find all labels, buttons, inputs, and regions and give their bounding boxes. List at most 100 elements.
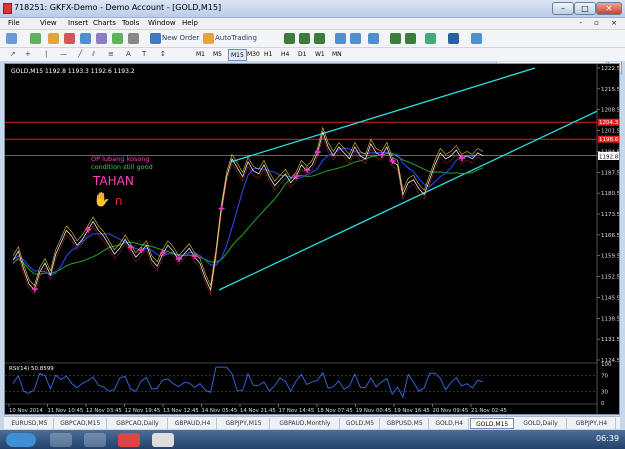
menu-tools[interactable]: Tools <box>122 19 139 27</box>
signal-marker: ✚ <box>389 157 396 166</box>
time-tick-label: 20 Nov 09:45 <box>433 408 469 414</box>
annotation-condition: condition still good <box>91 163 153 171</box>
channel-icon[interactable]: ⫽ <box>92 48 95 61</box>
close-button[interactable]: ✕ <box>596 2 622 15</box>
chart-tab-3[interactable]: GBPAUD,H4 <box>169 418 217 429</box>
price-label: 1192.8 <box>599 154 619 160</box>
menu-window[interactable]: Window <box>148 19 176 27</box>
price-tick-label: 1159.5 <box>601 254 619 260</box>
taskbar-app-1[interactable] <box>50 433 72 447</box>
vertical-line-icon[interactable]: | <box>45 48 47 61</box>
annotation-tahan: TAHAN <box>92 174 134 188</box>
candlestick-icon[interactable] <box>299 33 310 44</box>
taskbar-app-mt4[interactable] <box>152 433 174 447</box>
fibonacci-icon[interactable]: ≡ <box>108 48 114 61</box>
minimize-button[interactable]: – <box>552 2 574 15</box>
time-tick-label: 13 Nov 12:45 <box>163 408 199 414</box>
horizontal-line-icon[interactable]: — <box>60 48 67 61</box>
cursor-icon[interactable]: ➚ <box>10 48 16 61</box>
strategy-tester-icon[interactable] <box>112 33 123 44</box>
timeframe-mn[interactable]: MN <box>330 49 344 61</box>
chart-tab-1[interactable]: GBPCAD,M15 <box>55 418 107 429</box>
periods-icon[interactable] <box>448 33 459 44</box>
time-tick-label: 14 Nov 21:45 <box>240 408 276 414</box>
menu-insert[interactable]: Insert <box>68 19 88 27</box>
time-tick-label: 12 Nov 19:45 <box>125 408 161 414</box>
timeframe-m5[interactable]: M5 <box>211 49 224 61</box>
rsi-tick-label: 30 <box>601 389 608 395</box>
menu-view[interactable]: View <box>40 19 57 27</box>
taskbar-app-chrome[interactable] <box>118 433 140 447</box>
autotrading-button[interactable]: AutoTrading <box>215 32 257 45</box>
market-watch-icon[interactable] <box>48 33 59 44</box>
price-chart[interactable]: GOLD,M15 1192.8 1193.3 1192.6 1193.2 1222… <box>5 64 621 414</box>
chart-tab-5[interactable]: GBPAUD,Monthly <box>271 418 340 429</box>
options-icon[interactable] <box>128 33 139 44</box>
signal-marker: ✚ <box>128 243 135 252</box>
start-button[interactable] <box>6 433 36 447</box>
text-label-icon[interactable]: T <box>142 48 146 61</box>
timeframe-m15[interactable]: M15 <box>228 49 247 61</box>
time-tick-label: 12 Nov 03:45 <box>86 408 122 414</box>
maximize-button[interactable]: □ <box>574 2 596 15</box>
crosshair-icon[interactable]: + <box>25 48 31 61</box>
time-tick-label: 11 Nov 10:45 <box>48 408 84 414</box>
chart-tab-0[interactable]: EURUSD,M5 <box>6 418 54 429</box>
time-tick-label: 21 Nov 02:45 <box>471 408 507 414</box>
taskbar-app-2[interactable] <box>84 433 106 447</box>
chart-shift-icon[interactable] <box>390 33 401 44</box>
mdi-controls[interactable]: - ▫ × <box>579 19 622 27</box>
timeframe-m1[interactable]: M1 <box>194 49 207 61</box>
timeframe-h4[interactable]: H4 <box>279 49 291 61</box>
menu-help[interactable]: Help <box>182 19 198 27</box>
trendline-icon[interactable]: ╱ <box>78 48 82 61</box>
price-tick-label: 1152.5 <box>601 275 619 281</box>
price-label: 1204.3 <box>599 120 619 126</box>
indicators-icon[interactable] <box>425 33 436 44</box>
time-tick-label: 14 Nov 05:45 <box>202 408 238 414</box>
chart-window[interactable]: GOLD,M15 1192.8 1193.3 1192.6 1193.2 1222… <box>4 63 621 415</box>
rsi-tick-label: 70 <box>601 374 608 380</box>
signal-marker: ✚ <box>138 246 145 255</box>
menu-file[interactable]: File <box>8 19 20 27</box>
chart-tab-2[interactable]: GBPCAD,Daily <box>108 418 169 429</box>
profiles-icon[interactable] <box>30 33 41 44</box>
hand-icon: ✋ <box>93 191 110 208</box>
timeframe-m30[interactable]: M30 <box>245 49 262 61</box>
autoscroll-icon[interactable] <box>405 33 416 44</box>
templates-icon[interactable] <box>471 33 482 44</box>
arrows-icon[interactable]: ↕ <box>160 48 166 61</box>
price-tick-label: 1131.5 <box>601 337 619 343</box>
timeframe-h1[interactable]: H1 <box>262 49 274 61</box>
chart-tab-4[interactable]: GBPJPY,M15 <box>218 418 270 429</box>
chart-tab-8[interactable]: GOLD,H4 <box>430 418 470 429</box>
timeframe-d1[interactable]: D1 <box>296 49 308 61</box>
bar-chart-icon[interactable] <box>284 33 295 44</box>
navigator-icon[interactable] <box>80 33 91 44</box>
new-order-button[interactable]: New Order <box>162 32 199 45</box>
drawing-toolbar: ➚ + | — ╱ ⫽ ≡ A T ↕ M1 M5 M15 M30 H1 H4 D1 W1 MN <box>0 48 625 62</box>
chart-tab-6[interactable]: GOLD,M5 <box>341 418 381 429</box>
signal-marker: ✚ <box>459 154 466 163</box>
signal-marker: ✚ <box>192 252 199 261</box>
signal-marker: ✚ <box>176 255 183 264</box>
timeframe-w1[interactable]: W1 <box>313 49 327 61</box>
rsi-tick-label: 100 <box>601 362 612 368</box>
windows-taskbar: 06:39 <box>0 430 625 449</box>
menu-charts[interactable]: Charts <box>93 19 116 27</box>
tile-windows-icon[interactable] <box>368 33 379 44</box>
chart-tab-10[interactable]: GOLD,Daily <box>515 418 567 429</box>
price-tick-label: 1208.5 <box>601 108 619 114</box>
new-chart-icon[interactable] <box>6 33 17 44</box>
time-tick-label: 17 Nov 14:45 <box>279 408 315 414</box>
chart-tab-7[interactable]: GBPUSD,M5 <box>381 418 429 429</box>
zoom-out-icon[interactable] <box>350 33 361 44</box>
line-chart-icon[interactable] <box>314 33 325 44</box>
data-window-icon[interactable] <box>64 33 75 44</box>
zoom-in-icon[interactable] <box>335 33 346 44</box>
chart-tab-9[interactable]: GOLD,M15 <box>470 418 514 429</box>
magnet-icon: Ո <box>115 197 122 208</box>
text-tool-icon[interactable]: A <box>126 48 131 61</box>
chart-tab-11[interactable]: GBPJPY,H4 <box>568 418 616 429</box>
terminal-icon[interactable] <box>96 33 107 44</box>
